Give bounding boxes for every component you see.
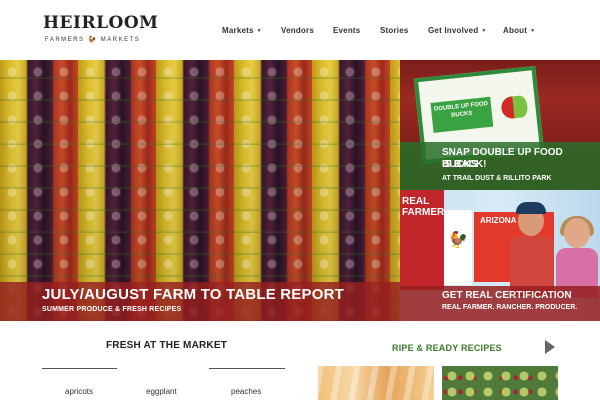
nav-get-involved[interactable]: Get Involved ▼ <box>428 26 487 35</box>
rooster-icon: 🐓 <box>87 37 98 44</box>
logo-tagline-right: MARKETS <box>100 37 141 43</box>
hero-title[interactable]: JULY/AUGUST FARM TO TABLE REPORT <box>42 286 344 303</box>
recipes-section-title[interactable]: RIPE & READY RECIPES <box>392 343 502 353</box>
get-real-tile[interactable]: REAL FARMER 🐓 ARIZONA GET REAL CERTIFICA… <box>400 190 600 321</box>
real-farmer-banner-text: REAL FARMER <box>402 196 445 218</box>
nav-stories-label: Stories <box>380 26 409 35</box>
real-farmer-banner: REAL FARMER <box>400 190 444 290</box>
divider <box>42 368 117 369</box>
nav-markets[interactable]: Markets ▼ <box>222 26 262 35</box>
get-real-caption-band[interactable]: GET REAL CERTIFICATION REAL FARMER. RANC… <box>400 286 600 321</box>
logo-tagline-left: FARMERS <box>45 37 85 43</box>
nav-events[interactable]: Events <box>333 26 360 35</box>
logo-wordmark: HEIRLOOM <box>43 13 159 33</box>
sign-text: DOUBLE UP FOOD BUCKS <box>430 96 494 133</box>
heirloom-logo[interactable]: HEIRLOOM FARMERS 🐓 MARKETS <box>43 14 158 46</box>
heirloom-banner: 🐓 <box>444 210 472 285</box>
farmer-man <box>510 200 554 296</box>
snap-title-line2: IS BACK! <box>442 159 487 170</box>
hero-subtitle: SUMMER PRODUCE & FRESH RECIPES <box>42 306 182 313</box>
snap-tile[interactable]: DOUBLE UP FOOD BUCKS SNAP DOUBLE UP FOOD… <box>400 60 600 190</box>
recipe-thumbnail-popsicles[interactable] <box>318 366 434 400</box>
snap-subtitle: AT TRAIL DUST & RILLITO PARK <box>442 175 552 182</box>
produce-item[interactable]: eggplant <box>146 387 177 396</box>
logo-tagline: FARMERS 🐓 MARKETS <box>45 36 140 44</box>
chevron-down-icon: ▼ <box>481 27 487 34</box>
get-real-title: GET REAL CERTIFICATION <box>442 290 572 301</box>
nav-vendors[interactable]: Vendors <box>281 26 314 35</box>
nav-markets-label: Markets <box>222 26 254 35</box>
rooster-icon: 🐓 <box>448 232 468 249</box>
nav-about-label: About <box>503 26 528 35</box>
apple-half-icon <box>512 94 529 119</box>
site-header: HEIRLOOM FARMERS 🐓 MARKETS Markets ▼ Ven… <box>0 0 600 60</box>
nav-get-involved-label: Get Involved <box>428 26 479 35</box>
hero-tomatoes-image[interactable]: JULY/AUGUST FARM TO TABLE REPORT SUMMER … <box>0 60 400 321</box>
next-arrow-icon[interactable] <box>545 340 555 354</box>
nav-vendors-label: Vendors <box>281 26 314 35</box>
nav-events-label: Events <box>333 26 361 35</box>
get-real-subtitle: REAL FARMER. RANCHER. PRODUCER. <box>442 304 578 311</box>
produce-item[interactable]: peaches <box>231 387 261 396</box>
hero-caption-band[interactable]: JULY/AUGUST FARM TO TABLE REPORT SUMMER … <box>0 282 400 321</box>
snap-caption-band[interactable]: SNAP DOUBLE UP FOOD BUCKS IS BACK! AT TR… <box>400 142 600 190</box>
nav-about[interactable]: About ▼ <box>503 26 535 35</box>
divider <box>209 368 285 369</box>
produce-item[interactable]: apricots <box>65 387 93 396</box>
nav-stories[interactable]: Stories <box>380 26 409 35</box>
chevron-down-icon: ▼ <box>256 27 262 34</box>
fresh-section-title: FRESH AT THE MARKET <box>106 340 228 351</box>
chevron-down-icon: ▼ <box>530 27 536 34</box>
recipe-thumbnail-salad[interactable] <box>442 366 558 400</box>
